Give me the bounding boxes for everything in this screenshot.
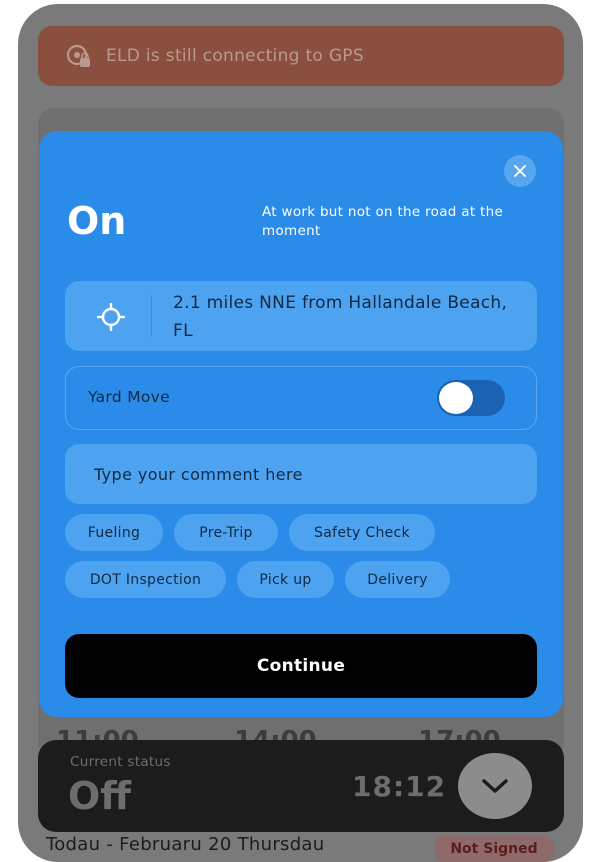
status-title: On <box>67 199 127 243</box>
chevron-down-icon <box>482 779 508 793</box>
close-icon <box>514 165 526 177</box>
chip-fueling[interactable]: Fueling <box>65 514 163 551</box>
chip-dot-inspection[interactable]: DOT Inspection <box>65 561 226 598</box>
toggle-knob <box>439 382 473 414</box>
current-status-label: Current status <box>70 754 171 770</box>
close-button[interactable] <box>504 155 536 187</box>
chip-pre-trip[interactable]: Pre-Trip <box>174 514 278 551</box>
comment-field[interactable] <box>65 444 537 504</box>
comment-input[interactable] <box>65 444 537 504</box>
current-status-bar: Current status Off 18:12 <box>38 740 564 832</box>
current-status-value: Off <box>68 774 132 818</box>
gps-status-banner: ELD is still connecting to GPS <box>38 26 564 86</box>
location-field[interactable]: 2.1 miles NNE from Hallandale Beach, FL <box>65 281 537 351</box>
continue-button[interactable]: Continue <box>65 634 537 698</box>
chip-pick-up[interactable]: Pick up <box>237 561 334 598</box>
phone-screen: ELD is still connecting to GPS 11:00 14:… <box>18 4 583 862</box>
yard-move-label: Yard Move <box>88 388 170 406</box>
status-description: At work but not on the road at the momen… <box>262 204 504 239</box>
current-day-label: Todau - Februaru 20 Thursdau <box>46 834 325 855</box>
yard-move-row: Yard Move <box>65 366 537 430</box>
chip-delivery[interactable]: Delivery <box>345 561 450 598</box>
location-text: 2.1 miles NNE from Hallandale Beach, FL <box>173 293 508 341</box>
crosshair-icon <box>97 303 125 331</box>
current-status-time: 18:12 <box>352 770 447 803</box>
location-warning-icon <box>66 44 90 67</box>
chip-safety-check[interactable]: Safety Check <box>289 514 435 551</box>
signature-status-badge: Not Signed <box>435 836 553 862</box>
status-change-modal: On At work but not on the road at the mo… <box>39 131 563 717</box>
location-divider <box>151 295 152 337</box>
gps-banner-text: ELD is still connecting to GPS <box>106 46 364 66</box>
yard-move-toggle[interactable] <box>437 380 505 416</box>
expand-status-button[interactable] <box>458 753 532 819</box>
